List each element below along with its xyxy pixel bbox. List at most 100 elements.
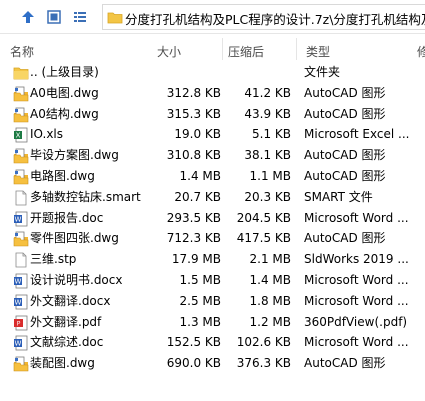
file-compressed-size: 20.3 KB	[244, 189, 291, 204]
file-type: 360PdfView(.pdf)	[304, 314, 408, 329]
file-name: 三维.stp	[30, 252, 77, 267]
file-size: 690.0 KB	[166, 356, 221, 371]
file-compressed-size: 102.6 KB	[236, 335, 291, 350]
dwg-file-icon	[13, 86, 29, 102]
file-type: AutoCAD 图形	[304, 168, 386, 183]
column-size[interactable]: 大小	[157, 43, 181, 60]
file-name: 毕设方案图.dwg	[30, 148, 119, 163]
svg-text:W: W	[15, 215, 22, 223]
dwg-file-icon	[13, 107, 29, 123]
file-row[interactable]: 毕设方案图.dwg 310.8 KB 38.1 KB AutoCAD 图形	[0, 145, 425, 166]
view-icon[interactable]	[44, 7, 64, 27]
file-size: 152.5 KB	[166, 335, 221, 350]
file-name: 多轴数控钻床.smart	[30, 189, 141, 204]
address-bar[interactable]: 分度打孔机结构及PLC程序的设计.7z\分度打孔机结构及PLC程序的设计	[102, 4, 425, 30]
file-type: SMART 文件	[304, 189, 373, 204]
file-row[interactable]: P 外文翻译.pdf 1.3 MB 1.2 MB 360PdfView(.pdf)	[0, 312, 425, 333]
blank-file-icon	[13, 190, 29, 206]
file-type: SldWorks 2019 ...	[304, 252, 409, 267]
file-name: 外文翻译.docx	[30, 293, 111, 308]
file-name: 装配图.dwg	[30, 356, 95, 371]
file-row[interactable]: 装配图.dwg 690.0 KB 376.3 KB AutoCAD 图形	[0, 353, 425, 374]
file-name: .. (上级目录)	[30, 65, 99, 79]
svg-text:X: X	[16, 132, 21, 140]
file-row[interactable]: 零件图四张.dwg 712.3 KB 417.5 KB AutoCAD 图形	[0, 228, 425, 249]
column-type[interactable]: 类型	[306, 43, 330, 60]
file-compressed-size: 204.5 KB	[236, 210, 291, 225]
file-name: A0电图.dwg	[30, 85, 99, 100]
dwg-file-icon	[13, 231, 29, 247]
file-row[interactable]: 三维.stp 17.9 MB 2.1 MB SldWorks 2019 ...	[0, 249, 425, 270]
svg-text:P: P	[17, 320, 21, 327]
dwg-file-icon	[13, 356, 29, 372]
file-row[interactable]: W 外文翻译.docx 2.5 MB 1.8 MB Microsoft Word ...	[0, 291, 425, 312]
file-compressed-size: 41.2 KB	[244, 85, 291, 100]
file-name: 文献综述.doc	[30, 335, 104, 350]
file-size: 19.0 KB	[174, 127, 221, 142]
file-row[interactable]: A0电图.dwg 312.8 KB 41.2 KB AutoCAD 图形	[0, 83, 425, 104]
up-arrow-icon[interactable]	[18, 7, 38, 27]
list-view-icon[interactable]	[70, 7, 90, 27]
word-file-icon: W	[13, 273, 29, 289]
file-type: AutoCAD 图形	[304, 106, 386, 121]
file-row[interactable]: X IO.xls 19.0 KB 5.1 KB Microsoft Excel ...	[0, 124, 425, 145]
file-type: Microsoft Excel ...	[304, 127, 410, 142]
column-header: 名称 大小 压缩后 类型 修	[0, 34, 425, 62]
file-size: 1.5 MB	[179, 272, 221, 287]
file-type: Microsoft Word ...	[304, 293, 409, 308]
file-compressed-size: 38.1 KB	[244, 148, 291, 163]
file-size: 20.7 KB	[174, 189, 221, 204]
file-name: 电路图.dwg	[30, 168, 95, 183]
blank-file-icon	[13, 252, 29, 268]
file-type: AutoCAD 图形	[304, 231, 386, 246]
file-size: 310.8 KB	[166, 148, 221, 163]
file-compressed-size: 5.1 KB	[252, 127, 291, 142]
file-row[interactable]: 多轴数控钻床.smart 20.7 KB 20.3 KB SMART 文件	[0, 187, 425, 208]
file-type: Microsoft Word ...	[304, 210, 409, 225]
word-file-icon: W	[13, 211, 29, 227]
file-name: IO.xls	[30, 127, 63, 142]
dwg-file-icon	[13, 148, 29, 164]
file-row[interactable]: W 文献综述.doc 152.5 KB 102.6 KB Microsoft Word …	[0, 332, 425, 353]
file-type: 文件夹	[304, 65, 341, 79]
file-compressed-size: 1.4 MB	[249, 272, 291, 287]
column-name[interactable]: 名称	[10, 43, 34, 60]
file-row[interactable]: 电路图.dwg 1.4 MB 1.1 MB AutoCAD 图形	[0, 166, 425, 187]
file-size: 712.3 KB	[166, 231, 221, 246]
file-compressed-size: 2.1 MB	[249, 252, 291, 267]
file-row[interactable]: W 设计说明书.docx 1.5 MB 1.4 MB Microsoft Word ..…	[0, 270, 425, 291]
dwg-file-icon	[13, 169, 29, 185]
file-type: Microsoft Word ...	[304, 272, 409, 287]
column-modified[interactable]: 修	[417, 43, 425, 60]
file-name: A0结构.dwg	[30, 106, 99, 121]
toolbar: 分度打孔机结构及PLC程序的设计.7z\分度打孔机结构及PLC程序的设计	[0, 0, 425, 34]
file-size: 17.9 MB	[171, 252, 221, 267]
word-file-icon: W	[13, 294, 29, 310]
file-name: 开题报告.doc	[30, 210, 104, 225]
word-file-icon: W	[13, 335, 29, 351]
file-size: 312.8 KB	[166, 85, 221, 100]
file-compressed-size: 376.3 KB	[236, 356, 291, 371]
file-size: 1.4 MB	[179, 168, 221, 183]
file-name: 外文翻译.pdf	[30, 314, 102, 329]
file-row[interactable]: A0结构.dwg 315.3 KB 43.9 KB AutoCAD 图形	[0, 104, 425, 125]
file-compressed-size: 1.1 MB	[249, 168, 291, 183]
file-compressed-size: 43.9 KB	[244, 106, 291, 121]
file-name: 零件图四张.dwg	[30, 231, 119, 246]
file-type: AutoCAD 图形	[304, 85, 386, 100]
file-type: Microsoft Word ...	[304, 335, 409, 350]
folder-icon	[13, 65, 29, 81]
pdf-file-icon: P	[13, 315, 29, 331]
file-compressed-size: 1.2 MB	[249, 314, 291, 329]
address-path: 分度打孔机结构及PLC程序的设计.7z\分度打孔机结构及PLC程序的设计	[125, 12, 425, 27]
file-size: 1.3 MB	[179, 314, 221, 329]
file-name: 设计说明书.docx	[30, 272, 123, 287]
file-compressed-size: 1.8 MB	[249, 293, 291, 308]
file-row[interactable]: W 开题报告.doc 293.5 KB 204.5 KB Microsoft Word …	[0, 208, 425, 229]
file-row[interactable]: .. (上级目录) 文件夹	[0, 62, 425, 83]
file-size: 315.3 KB	[166, 106, 221, 121]
folder-icon	[107, 9, 123, 28]
file-type: AutoCAD 图形	[304, 148, 386, 163]
column-compressed[interactable]: 压缩后	[228, 43, 264, 60]
svg-text:W: W	[15, 340, 22, 348]
